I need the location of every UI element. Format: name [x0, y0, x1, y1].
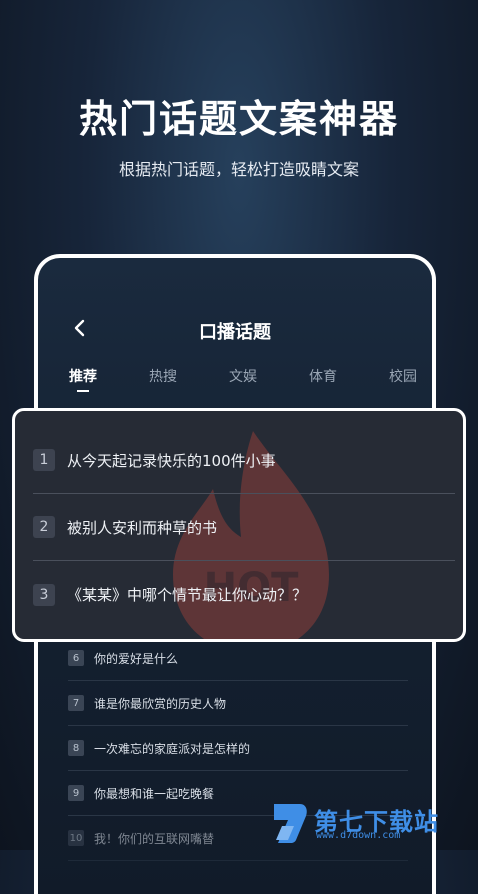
item-number: 8 [68, 740, 84, 756]
item-text: 《某某》中哪个情节最让你心动？？ [67, 586, 308, 604]
screen-title: 口播话题 [199, 322, 271, 343]
tab-label: 文娱 [229, 369, 257, 385]
topic-popup-card: HOT 1 从今天起记录快乐的100件小事 2 被别人安利而种草的书 3 《某某… [12, 408, 466, 642]
item-number: 6 [68, 650, 84, 666]
item-text: 被别人安利而种草的书 [67, 518, 218, 537]
item-text: 我！你们的互联网嘴替 [94, 831, 215, 846]
list-item[interactable]: 1 从今天起记录快乐的100件小事 [33, 427, 455, 494]
item-number: 2 [33, 516, 55, 538]
popup-topic-list: 1 从今天起记录快乐的100件小事 2 被别人安利而种草的书 3 《某某》中哪个… [33, 427, 455, 628]
list-item[interactable]: 2 被别人安利而种草的书 [33, 494, 455, 561]
subheadline: 根据热门话题，轻松打造吸睛文案 [118, 160, 359, 179]
item-number: 1 [33, 449, 55, 471]
item-text: 你最想和谁一起吃晚餐 [94, 786, 215, 801]
list-item[interactable]: 3 《某某》中哪个情节最让你心动？？ [33, 561, 455, 628]
item-number: 3 [33, 583, 55, 606]
item-text: 一次难忘的家庭派对是怎样的 [94, 741, 251, 756]
list-item[interactable]: 6 你的爱好是什么 [68, 636, 408, 681]
tab-recommend[interactable]: 推荐 [58, 366, 108, 392]
tab-entertainment[interactable]: 文娱 [218, 366, 268, 386]
item-number: 10 [68, 830, 84, 846]
tab-label: 推荐 [69, 369, 97, 385]
tab-label: 校园 [389, 369, 417, 385]
tab-label: 热搜 [149, 369, 177, 385]
watermark-url: www.d7down.com [316, 830, 401, 841]
tab-active-indicator [77, 390, 89, 392]
tab-label: 体育 [309, 369, 337, 385]
item-text: 谁是你最欣赏的历史人物 [94, 696, 227, 711]
tab-campus[interactable]: 校园 [378, 366, 428, 386]
list-item[interactable]: 7 谁是你最欣赏的历史人物 [68, 681, 408, 726]
item-text: 从今天起记录快乐的100件小事 [67, 451, 276, 470]
list-item[interactable]: 8 一次难忘的家庭派对是怎样的 [68, 726, 408, 771]
item-text: 你的爱好是什么 [94, 651, 179, 666]
tab-bar: 推荐 热搜 文娱 体育 校园 [54, 366, 424, 396]
watermark: 第七下载站 www.d7down.com [270, 800, 470, 846]
tab-sports[interactable]: 体育 [298, 366, 348, 386]
watermark-logo-icon [274, 804, 307, 843]
item-number: 9 [68, 785, 84, 801]
headline: 热门话题文案神器 [78, 97, 399, 141]
item-number: 7 [68, 695, 84, 711]
tab-hot-search[interactable]: 热搜 [138, 366, 188, 386]
